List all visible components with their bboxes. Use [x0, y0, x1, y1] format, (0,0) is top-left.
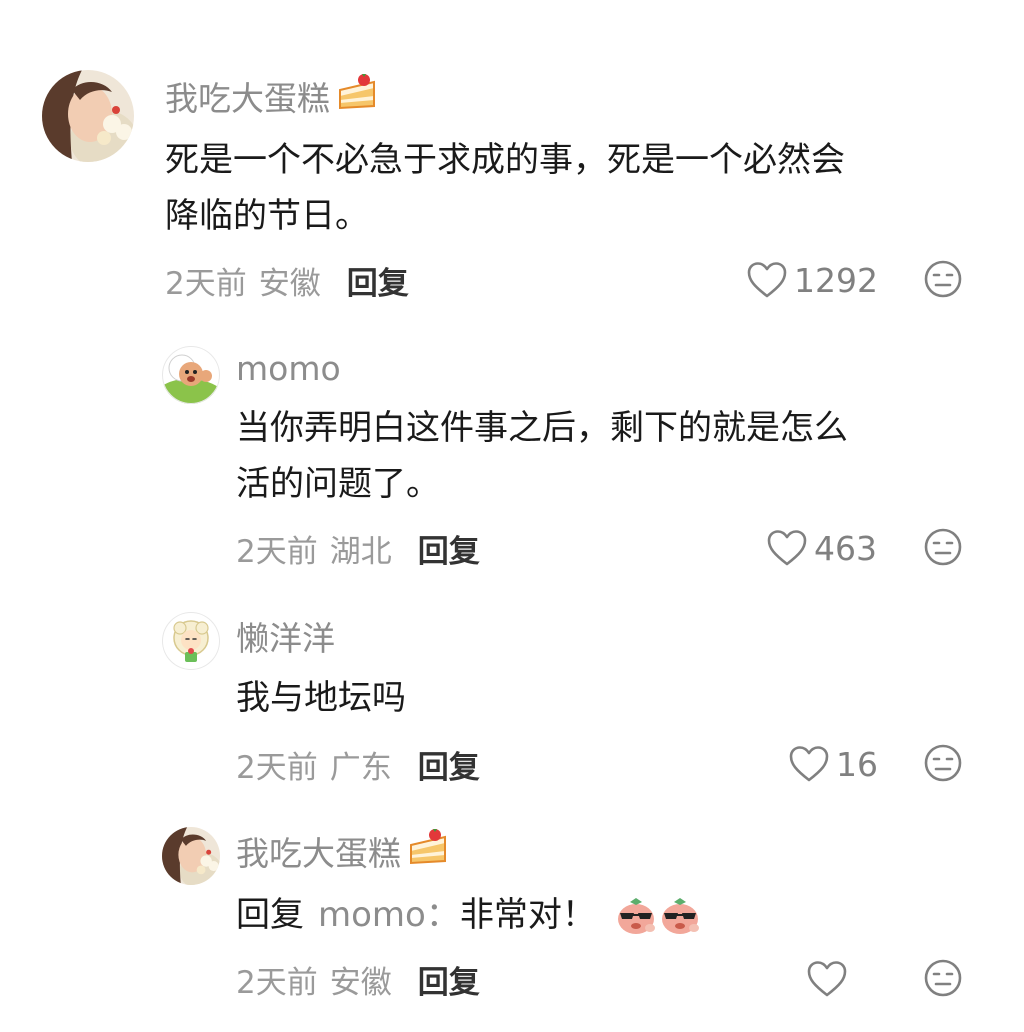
comment-meta: 2天前 湖北 回复 [236, 526, 480, 570]
like-button[interactable]: 1292 [746, 258, 878, 302]
dislike-face-icon [923, 259, 963, 299]
timestamp: 2天前 [236, 533, 318, 570]
username[interactable]: 懒洋洋 [236, 614, 335, 658]
dislike-face-icon [923, 958, 963, 998]
like-button[interactable]: 463 [766, 526, 877, 570]
sunglasses-sticker-emoji-icon [614, 894, 658, 936]
comment-meta: 2天前 安徽 回复 [165, 258, 409, 302]
heart-outline-icon [806, 960, 848, 998]
reply-prefix: 回复 [236, 895, 304, 935]
reply-button[interactable]: 回复 [347, 258, 409, 303]
dislike-face-icon [923, 527, 963, 567]
username-text: 懒洋洋 [236, 619, 335, 658]
dislike-button[interactable] [923, 259, 963, 299]
heart-outline-icon [788, 745, 830, 783]
like-count: 1292 [794, 260, 878, 300]
cake-emoji-icon [407, 827, 449, 875]
reply-button[interactable]: 回复 [418, 742, 480, 787]
like-count: 16 [836, 744, 878, 784]
avatar[interactable] [162, 612, 220, 670]
comment-item: momo 当你弄明白这件事之后，剩下的就是怎么 活的问题了。 2天前 湖北 回复… [0, 330, 1024, 580]
avatar[interactable] [162, 827, 220, 885]
username-text: 我吃大蛋糕 [165, 79, 330, 118]
reply-button[interactable]: 回复 [418, 526, 480, 571]
comment-text: 回复 momo： 非常对！ [236, 887, 702, 943]
location: 广东 [329, 749, 392, 786]
comment-meta: 2天前 广东 回复 [236, 742, 480, 786]
username-text: 我吃大蛋糕 [236, 834, 401, 873]
heart-outline-icon [746, 261, 788, 299]
username-text: momo [236, 348, 341, 388]
comment-item: 我吃大蛋糕 回复 momo： 非常对！ 2天前 安徽 回复 [0, 815, 1024, 1032]
location: 湖北 [329, 533, 392, 570]
comment-item: 我吃大蛋糕 死是一个不必急于求成的事，死是一个必然会 降临的节日。 2天前 安徽… [0, 0, 1024, 310]
comment-text: 当你弄明白这件事之后，剩下的就是怎么 活的问题了。 [236, 400, 848, 512]
comment-text-line: 当你弄明白这件事之后，剩下的就是怎么 [236, 408, 848, 448]
reply-target-username[interactable]: momo： [318, 887, 460, 943]
reply-button[interactable]: 回复 [418, 957, 480, 1002]
dislike-button[interactable] [923, 527, 963, 567]
heart-outline-icon [766, 529, 808, 567]
comment-text: 我与地坛吗 [236, 670, 406, 726]
timestamp: 2天前 [165, 265, 247, 302]
timestamp: 2天前 [236, 964, 318, 1001]
username[interactable]: momo [236, 346, 341, 390]
comment-text-line: 降临的节日。 [165, 196, 369, 236]
comment-text-line: 我与地坛吗 [236, 678, 406, 718]
like-button[interactable]: 16 [788, 742, 878, 786]
location: 安徽 [258, 265, 321, 302]
dislike-face-icon [923, 743, 963, 783]
comment-text-line: 非常对！ [459, 895, 596, 935]
avatar[interactable] [162, 346, 220, 404]
comment-meta: 2天前 安徽 回复 [236, 957, 480, 1001]
username[interactable]: 我吃大蛋糕 [236, 829, 449, 873]
comment-text-line: 死是一个不必急于求成的事，死是一个必然会 [165, 140, 845, 180]
location: 安徽 [329, 964, 392, 1001]
timestamp: 2天前 [236, 749, 318, 786]
comment-item: 懒洋洋 我与地坛吗 2天前 广东 回复 16 [0, 600, 1024, 800]
comment-text-line: 活的问题了。 [236, 464, 440, 504]
like-count: 463 [814, 528, 877, 568]
inline-emoji-group [614, 894, 702, 936]
dislike-button[interactable] [923, 958, 963, 998]
like-button[interactable] [806, 957, 854, 1001]
avatar[interactable] [42, 70, 134, 162]
cake-emoji-icon [336, 72, 378, 120]
dislike-button[interactable] [923, 743, 963, 783]
comment-text: 死是一个不必急于求成的事，死是一个必然会 降临的节日。 [165, 132, 845, 244]
sunglasses-sticker-emoji-icon [658, 894, 702, 936]
username[interactable]: 我吃大蛋糕 [165, 74, 378, 118]
